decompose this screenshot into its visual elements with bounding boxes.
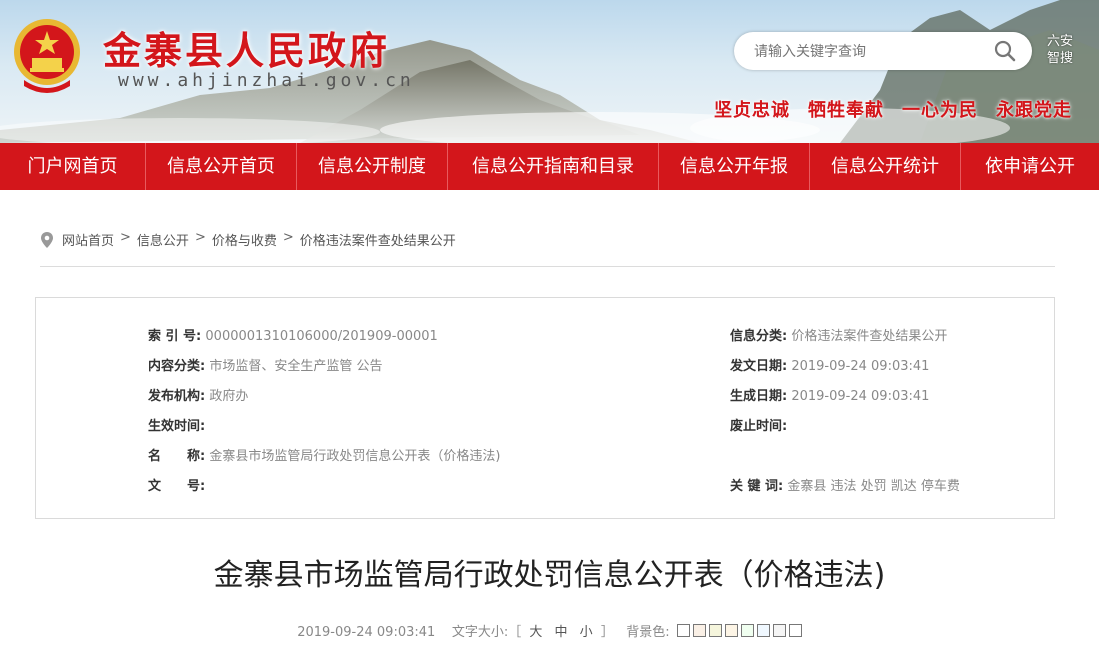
bg-color-label: 背景色:	[626, 625, 670, 640]
meta-label: 名 称:	[148, 449, 206, 464]
nav-info-guide[interactable]: 信息公开指南和目录	[448, 143, 659, 190]
slogans: 坚贞忠诚 牺牲奉献 一心为民 永跟党走	[714, 96, 1072, 122]
meta-label: 信息分类:	[730, 329, 788, 344]
national-emblem-icon	[14, 19, 80, 93]
meta-label: 生效时间:	[148, 419, 206, 434]
nav-statistics[interactable]: 信息公开统计	[810, 143, 961, 190]
nav-info-home[interactable]: 信息公开首页	[146, 143, 297, 190]
bg-color-swatches	[674, 624, 802, 640]
meta-gen-date: 生成日期: 2019-09-24 09:03:41	[730, 385, 929, 404]
meta-label: 关 键 词:	[730, 479, 784, 494]
bg-color-swatch[interactable]	[756, 624, 770, 637]
breadcrumb-separator: >	[120, 230, 131, 245]
breadcrumb-current[interactable]: 价格违法案件查处结果公开	[300, 230, 456, 266]
article-date: 2019-09-24 09:03:41	[297, 625, 436, 640]
meta-docno: 文 号:	[148, 475, 205, 494]
slogan: 牺牲奉献	[808, 100, 884, 121]
meta-name: 名 称: 金寨县市场监管局行政处罚信息公开表（价格违法)	[148, 445, 500, 464]
article-info-bar: 2019-09-24 09:03:41 文字大小:［ 大 中 小 ］ 背景色:	[0, 621, 1099, 640]
breadcrumb: 网站首页 > 信息公开 > 价格与收费 > 价格违法案件查处结果公开	[40, 230, 1055, 267]
search-box	[734, 32, 1032, 70]
breadcrumb-home[interactable]: 网站首页	[62, 230, 114, 266]
font-size-close: ］	[600, 625, 614, 640]
bg-color-swatch[interactable]	[724, 624, 738, 637]
meta-effective: 生效时间:	[148, 415, 205, 434]
slogan: 永跟党走	[996, 100, 1072, 121]
meta-label: 生成日期:	[730, 389, 788, 404]
bg-color-swatch[interactable]	[740, 624, 754, 637]
meta-label: 内容分类:	[148, 359, 206, 374]
meta-value: 金寨县 违法 处罚 凯达 停车费	[787, 479, 960, 494]
nav-apply[interactable]: 依申请公开	[961, 143, 1099, 190]
meta-info-class: 信息分类: 价格违法案件查处结果公开	[730, 325, 947, 344]
meta-label: 文 号:	[148, 479, 206, 494]
search-icon[interactable]	[994, 40, 1016, 62]
nav-info-system[interactable]: 信息公开制度	[297, 143, 448, 190]
search-input[interactable]	[752, 40, 986, 64]
smart-search-line1: 六安	[1046, 34, 1073, 49]
document-meta-box: 索 引 号: 0000001310106000/201909-00001 内容分…	[35, 297, 1055, 519]
font-size-small-button[interactable]: 小	[580, 625, 593, 640]
meta-label: 废止时间:	[730, 419, 788, 434]
smart-search-line2: 智搜	[1046, 51, 1073, 66]
meta-value: 2019-09-24 09:03:41	[791, 359, 930, 374]
meta-keywords: 关 键 词: 金寨县 违法 处罚 凯达 停车费	[730, 475, 960, 494]
site-title: 金寨县人民政府	[103, 28, 391, 73]
site-header: 金寨县人民政府 www.ahjinzhai.gov.cn 六安 智搜 坚贞忠诚 …	[0, 0, 1099, 143]
nav-annual-report[interactable]: 信息公开年报	[659, 143, 810, 190]
breadcrumb-separator: >	[282, 230, 294, 245]
meta-org: 发布机构: 政府办	[148, 385, 248, 404]
meta-label: 发文日期:	[730, 359, 788, 374]
meta-label: 发布机构:	[148, 389, 206, 404]
meta-category: 内容分类: 市场监督、安全生产监管 公告	[148, 355, 382, 374]
meta-index: 索 引 号: 0000001310106000/201909-00001	[148, 325, 438, 344]
slogan: 坚贞忠诚	[714, 100, 790, 121]
main-nav: 门户网首页 信息公开首页 信息公开制度 信息公开指南和目录 信息公开年报 信息公…	[0, 143, 1099, 190]
meta-label: 索 引 号:	[148, 329, 202, 344]
breadcrumb-separator: >	[194, 230, 206, 245]
bg-color-swatch[interactable]	[772, 624, 786, 637]
meta-value: 0000001310106000/201909-00001	[205, 329, 438, 344]
breadcrumb-price[interactable]: 价格与收费	[212, 230, 277, 266]
smart-search-link[interactable]: 六安 智搜	[1042, 33, 1078, 67]
nav-portal-home[interactable]: 门户网首页	[0, 143, 146, 190]
breadcrumb-info[interactable]: 信息公开	[137, 230, 189, 266]
meta-value: 政府办	[209, 389, 249, 404]
bg-color-swatch[interactable]	[788, 624, 802, 637]
meta-value: 2019-09-24 09:03:41	[791, 389, 930, 404]
meta-expire: 废止时间:	[730, 415, 787, 434]
meta-value: 金寨县市场监管局行政处罚信息公开表（价格违法)	[209, 449, 501, 464]
font-size-medium-button[interactable]: 中	[555, 625, 568, 640]
bg-color-swatch[interactable]	[708, 624, 722, 637]
bg-color-swatch[interactable]	[692, 624, 706, 637]
slogan: 一心为民	[902, 100, 978, 121]
font-size-large-button[interactable]: 大	[529, 625, 542, 640]
meta-issue-date: 发文日期: 2019-09-24 09:03:41	[730, 355, 929, 374]
bg-color-swatch[interactable]	[676, 624, 690, 637]
meta-value: 价格违法案件查处结果公开	[791, 329, 948, 344]
article-title: 金寨县市场监管局行政处罚信息公开表（价格违法)	[213, 558, 886, 593]
location-pin-icon	[41, 232, 53, 248]
site-domain: www.ahjinzhai.gov.cn	[118, 70, 415, 91]
font-size-label: 文字大小:［	[451, 625, 522, 640]
meta-value: 市场监督、安全生产监管 公告	[209, 359, 383, 374]
